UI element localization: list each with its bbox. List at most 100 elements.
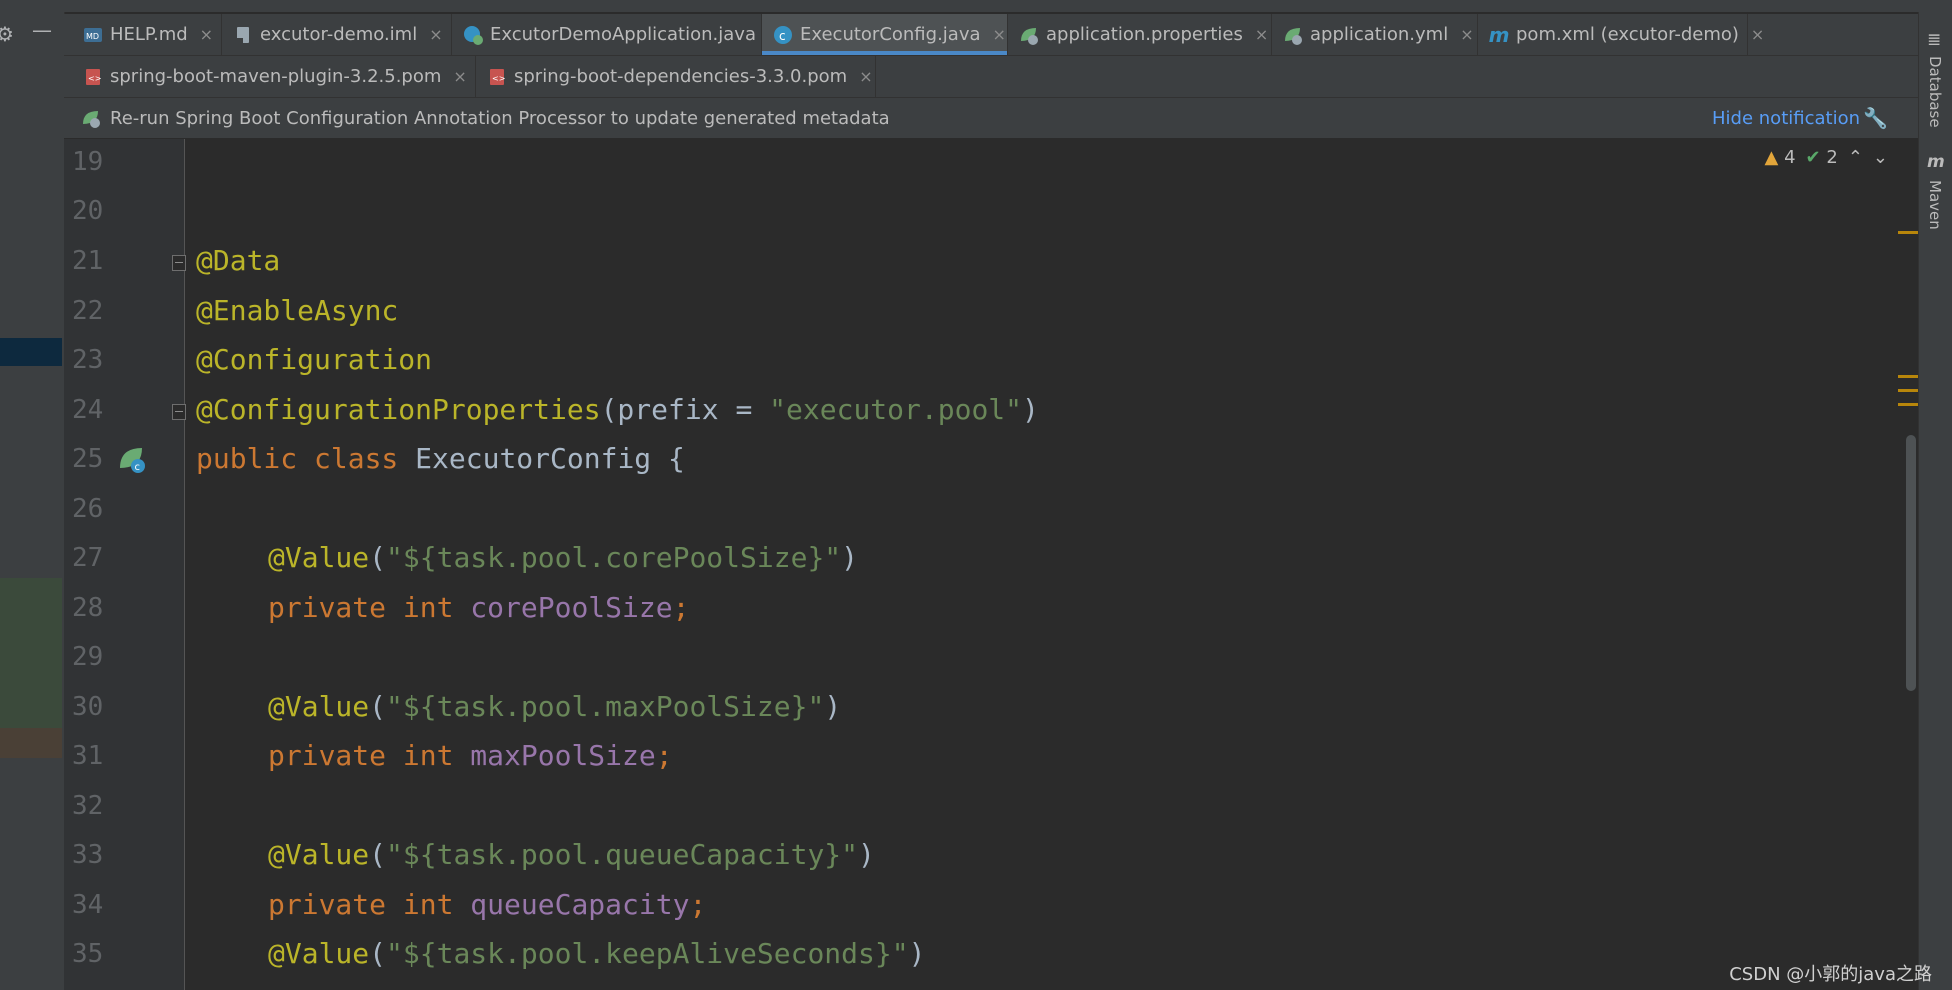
- annotation: @Value: [268, 541, 370, 574]
- code-editor[interactable]: 19 20 21 22 23 24 25 26 27 28 29 30 31 3…: [64, 139, 1918, 990]
- pom-file-icon: <>: [82, 66, 104, 88]
- error-stripe-mark[interactable]: [1898, 403, 1918, 406]
- semicolon: ;: [689, 888, 707, 921]
- code-line-35: @Value("${task.pool.keepAliveSeconds}"): [268, 937, 925, 970]
- line-number: 29: [72, 642, 104, 672]
- fold-marker-icon[interactable]: [172, 255, 186, 271]
- warning-count: 4: [1784, 147, 1796, 168]
- line-number: 23: [72, 345, 104, 375]
- tab-excutor-demo-application[interactable]: ExcutorDemoApplication.java ×: [452, 14, 781, 55]
- code-text: (prefix =: [600, 393, 770, 426]
- code-line-33: @Value("${task.pool.queueCapacity}"): [268, 838, 875, 871]
- maven-tool-button[interactable]: Maven: [1926, 180, 1944, 230]
- close-icon[interactable]: ×: [859, 67, 872, 86]
- code-text: ): [824, 690, 842, 723]
- right-tool-window-bar: ≣ Database m Maven: [1918, 12, 1952, 990]
- code-text: ): [841, 541, 859, 574]
- close-icon[interactable]: ×: [1460, 25, 1473, 44]
- watermark: CSDN @小郭的java之路: [1729, 964, 1932, 985]
- code-line-25: public class ExecutorConfig {: [196, 442, 685, 475]
- close-icon[interactable]: ×: [429, 25, 442, 44]
- tab-excutor-demo-iml[interactable]: excutor-demo.iml ×: [222, 14, 452, 55]
- line-number: 35: [72, 939, 104, 969]
- tab-pom-xml[interactable]: m pom.xml (excutor-demo) ×: [1478, 14, 1764, 55]
- class-name: ExecutorConfig {: [415, 442, 685, 475]
- next-highlight-icon[interactable]: ⌄: [1873, 147, 1888, 168]
- tab-executor-config[interactable]: c ExecutorConfig.java ×: [762, 14, 1008, 55]
- string-literal: "${task.pool.maxPoolSize}": [386, 690, 825, 723]
- wrench-icon[interactable]: 🔧: [1863, 106, 1888, 130]
- maven-icon: m: [1488, 22, 1510, 47]
- annotation: @EnableAsync: [196, 294, 399, 327]
- code-line-21: @Data: [196, 244, 280, 277]
- inspection-widget[interactable]: ▲ 4 ✔ 2 ⌃ ⌄: [1765, 147, 1889, 168]
- annotation: @ConfigurationProperties: [196, 393, 601, 426]
- error-stripe-mark[interactable]: [1898, 389, 1918, 392]
- tab-spring-boot-dependencies-pom[interactable]: <> spring-boot-dependencies-3.3.0.pom ×: [476, 56, 876, 97]
- tab-spring-boot-maven-plugin-pom[interactable]: <> spring-boot-maven-plugin-3.2.5.pom ×: [72, 56, 476, 97]
- code-line-24: @ConfigurationProperties(prefix = "execu…: [196, 393, 1039, 426]
- database-icon[interactable]: ≣: [1927, 30, 1941, 50]
- minimize-icon[interactable]: —: [32, 18, 52, 42]
- pom-file-icon: <>: [486, 66, 508, 88]
- fold-marker-icon[interactable]: [172, 404, 186, 420]
- line-number: 27: [72, 543, 104, 573]
- keyword: private int: [268, 739, 471, 772]
- keyword: private int: [268, 591, 471, 624]
- check-icon: ✔: [1805, 147, 1821, 168]
- notification-text: Re-run Spring Boot Configuration Annotat…: [110, 107, 890, 129]
- close-icon[interactable]: ×: [1255, 25, 1268, 44]
- gear-icon[interactable]: ⚙: [0, 22, 14, 46]
- spring-bean-gutter-icon[interactable]: c: [116, 442, 150, 476]
- code-line-30: @Value("${task.pool.maxPoolSize}"): [268, 690, 841, 723]
- project-tree-highlight: [0, 578, 62, 728]
- tab-application-properties[interactable]: application.properties ×: [1008, 14, 1272, 55]
- previous-highlight-icon[interactable]: ⌃: [1848, 147, 1863, 168]
- code-text: (: [369, 937, 387, 970]
- code-text: ): [908, 937, 926, 970]
- spring-yaml-icon: [1282, 24, 1304, 46]
- code-text: ): [858, 838, 875, 871]
- module-file-icon: [232, 24, 254, 46]
- annotation: @Value: [268, 838, 370, 871]
- line-number: 20: [72, 196, 104, 226]
- warning-indicator[interactable]: ▲ 4: [1765, 147, 1796, 168]
- code-line-28: private int corePoolSize;: [268, 591, 689, 624]
- weak-warning-indicator[interactable]: ✔ 2: [1806, 147, 1838, 168]
- error-stripe-mark[interactable]: [1898, 231, 1918, 234]
- line-number: 28: [72, 593, 104, 623]
- spring-properties-icon: [1018, 24, 1040, 46]
- semicolon: ;: [672, 591, 690, 624]
- project-panel[interactable]: ⚙ —: [0, 12, 65, 990]
- tab-label: ExecutorConfig.java: [800, 24, 981, 45]
- tab-label: ExcutorDemoApplication.java: [490, 24, 756, 45]
- field-name: corePoolSize: [470, 591, 673, 624]
- tab-application-yml[interactable]: application.yml ×: [1272, 14, 1478, 55]
- editor-tabs-row-2: <> spring-boot-maven-plugin-3.2.5.pom × …: [64, 56, 1918, 98]
- string-literal: "${task.pool.keepAliveSeconds}": [386, 937, 909, 970]
- maven-icon[interactable]: m: [1927, 152, 1945, 172]
- close-icon[interactable]: ×: [1751, 25, 1764, 44]
- error-stripe-mark[interactable]: [1898, 375, 1918, 378]
- vertical-scrollbar[interactable]: [1906, 435, 1916, 691]
- notification-bar: Re-run Spring Boot Configuration Annotat…: [64, 98, 1918, 139]
- project-tree-highlight-2: [0, 728, 62, 758]
- close-icon[interactable]: ×: [993, 25, 1006, 44]
- tab-help-md[interactable]: MD HELP.md ×: [72, 14, 222, 55]
- line-number: 26: [72, 494, 104, 524]
- hide-notification-link[interactable]: Hide notification: [1712, 108, 1860, 129]
- project-tree-selected-row[interactable]: [0, 338, 62, 366]
- tab-label: application.properties: [1046, 24, 1243, 45]
- database-tool-button[interactable]: Database: [1926, 56, 1944, 128]
- code-text: (: [369, 541, 387, 574]
- close-icon[interactable]: ×: [200, 25, 213, 44]
- svg-text:c: c: [779, 29, 786, 43]
- close-icon[interactable]: ×: [453, 67, 466, 86]
- svg-text:c: c: [135, 462, 141, 473]
- svg-text:<>: <>: [88, 74, 101, 83]
- tab-label: pom.xml (excutor-demo): [1516, 24, 1739, 45]
- spring-boot-class-icon: [462, 24, 484, 46]
- line-number: 31: [72, 741, 104, 771]
- tab-label: spring-boot-maven-plugin-3.2.5.pom: [110, 66, 442, 87]
- annotation: @Configuration: [196, 343, 433, 376]
